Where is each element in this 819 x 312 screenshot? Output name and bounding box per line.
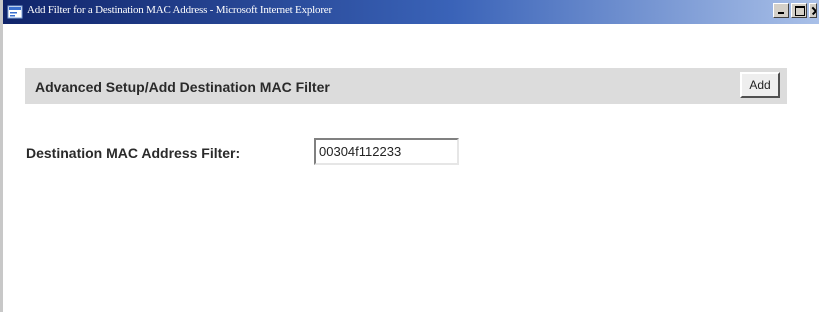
internet-explorer-icon: [7, 4, 23, 20]
page-title: Advanced Setup/Add Destination MAC Filte…: [35, 79, 330, 95]
window-title: Add Filter for a Destination MAC Address…: [27, 4, 332, 16]
title-bar[interactable]: Add Filter for a Destination MAC Address…: [3, 0, 819, 24]
browser-window: Add Filter for a Destination MAC Address…: [0, 0, 819, 312]
window-controls: [773, 3, 817, 18]
section-header: Advanced Setup/Add Destination MAC Filte…: [25, 68, 787, 104]
mac-address-label: Destination MAC Address Filter:: [26, 145, 241, 161]
minimize-button[interactable]: [773, 3, 789, 18]
close-button[interactable]: [809, 3, 817, 18]
maximize-button[interactable]: [791, 3, 807, 18]
mac-address-input[interactable]: [314, 138, 459, 165]
add-button[interactable]: Add: [740, 72, 780, 98]
